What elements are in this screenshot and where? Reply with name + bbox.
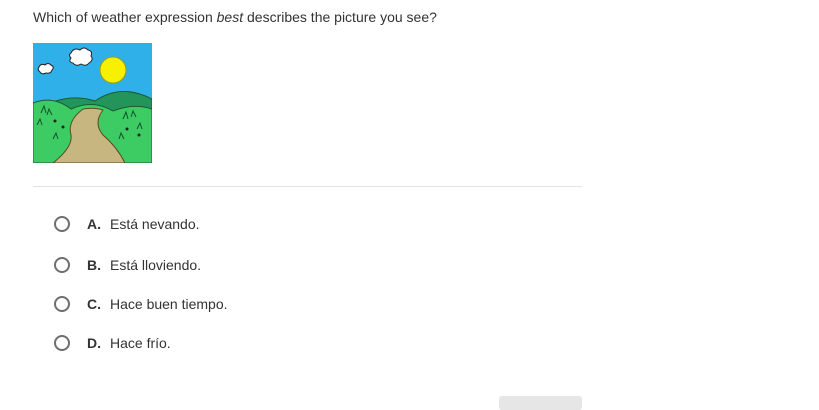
divider [33,186,582,187]
question-prefix: Which of weather expression [33,9,217,25]
choice-c[interactable]: C. Hace buen tiempo. [54,292,354,316]
choice-text: Hace frío. [110,335,171,351]
weather-picture [32,43,153,164]
question-emphasis: best [216,9,244,25]
radio-icon[interactable] [54,296,70,312]
question-text: Which of weather expression best describ… [33,8,437,26]
choice-text: Está nevando. [110,216,200,232]
choice-letter: D. [87,335,101,351]
choice-letter: C. [87,296,101,312]
radio-icon[interactable] [54,216,70,232]
question-suffix: describes the picture you see? [243,9,437,25]
choice-text: Está lloviendo. [110,257,202,273]
choice-d[interactable]: D. Hace frío. [54,331,354,355]
choice-letter: A. [87,216,101,232]
choice-letter: B. [87,257,101,273]
choice-a[interactable]: A. Está nevando. [54,212,354,236]
radio-icon[interactable] [54,335,70,351]
radio-icon[interactable] [54,257,70,273]
choice-b[interactable]: B. Está lloviendo. [54,253,354,277]
choice-text: Hace buen tiempo. [110,296,228,312]
submit-button[interactable] [499,396,582,410]
